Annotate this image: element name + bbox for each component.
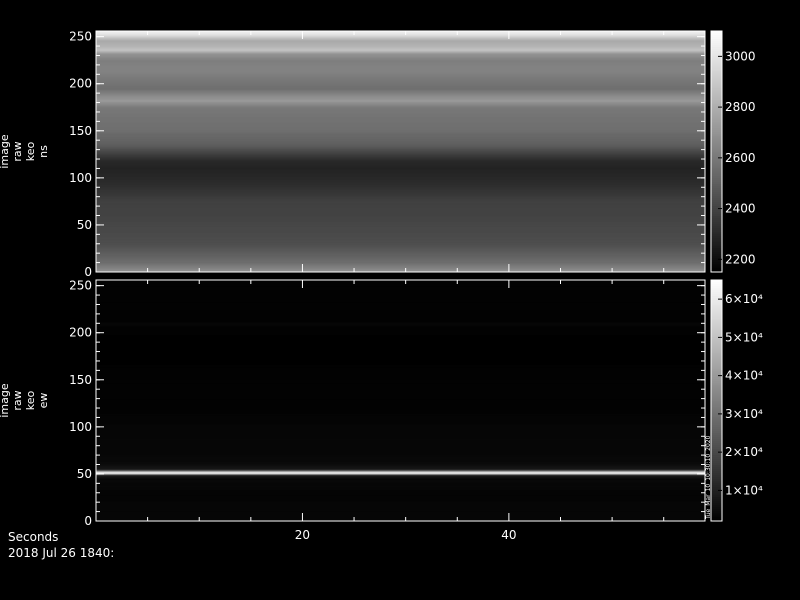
colorbar-tick-label: 1×10⁴ [725,483,763,497]
colorbar-tick-label: 2800 [725,100,756,114]
y-tick-label: 50 [77,218,92,232]
x-tick-label: 20 [295,528,310,542]
y-tick-label: 50 [77,467,92,481]
colorbar: 1×10⁴ 2×10⁴ 3×10⁴ 4×10⁴ 5×10⁴ 6×10⁴ [710,279,763,522]
x-tick-label: 40 [501,528,516,542]
side-annotation: Tue_Mar_10_10:30:10_2020 [705,435,712,520]
y-tick-label: 150 [69,373,92,387]
y-tick-label: 0 [84,265,92,279]
x-axis-label: Seconds [8,530,59,544]
y-axis-label-word: raw [11,141,24,161]
y-axis-label-word: ns [37,145,50,158]
y-tick-label: 0 [84,514,92,528]
y-axis-label-word: image [0,383,11,417]
y-tick-label: 200 [69,326,92,340]
y-axis-label-word: keo [24,141,37,161]
y-tick-label: 100 [69,171,92,185]
colorbar-tick-label: 2400 [725,202,756,216]
panel-2: 0 50 100 150 200 250 20 40 image raw keo ew 1×10⁴ 2×1… [0,279,763,542]
colorbar-tick-label: 2×10⁴ [725,445,763,459]
colorbar-tick-label: 4×10⁴ [725,369,763,383]
keogram-image [96,280,705,522]
panel-1: 0 50 100 150 200 250 image raw keo ns 2200 2400 2600… [0,30,756,279]
colorbar-tick-label: 3×10⁴ [725,407,763,421]
colorbar: 2200 2400 2600 2800 3000 [710,30,756,273]
colorbar-tick-label: 2200 [725,252,756,266]
date-label: 2018 Jul 26 1840: [8,546,115,560]
y-tick-label: 150 [69,124,92,138]
y-tick-label: 250 [69,30,92,44]
colorbar-tick-label: 5×10⁴ [725,330,763,344]
colorbar-tick-label: 3000 [725,49,756,63]
y-tick-label: 250 [69,279,92,293]
colorbar-tick-label: 2600 [725,151,756,165]
keogram-figure: 050100150200250image raw keo ns220024002600… [0,30,763,542]
y-axis-label-word: ew [37,393,50,409]
y-tick-label: 200 [69,77,92,91]
y-tick-label: 100 [69,420,92,434]
y-axis-label-word: keo [24,390,37,410]
keogram-image [96,31,705,273]
y-axis-label-word: image [0,134,11,168]
y-axis-label-word: raw [11,390,24,410]
colorbar-tick-label: 6×10⁴ [725,292,763,306]
